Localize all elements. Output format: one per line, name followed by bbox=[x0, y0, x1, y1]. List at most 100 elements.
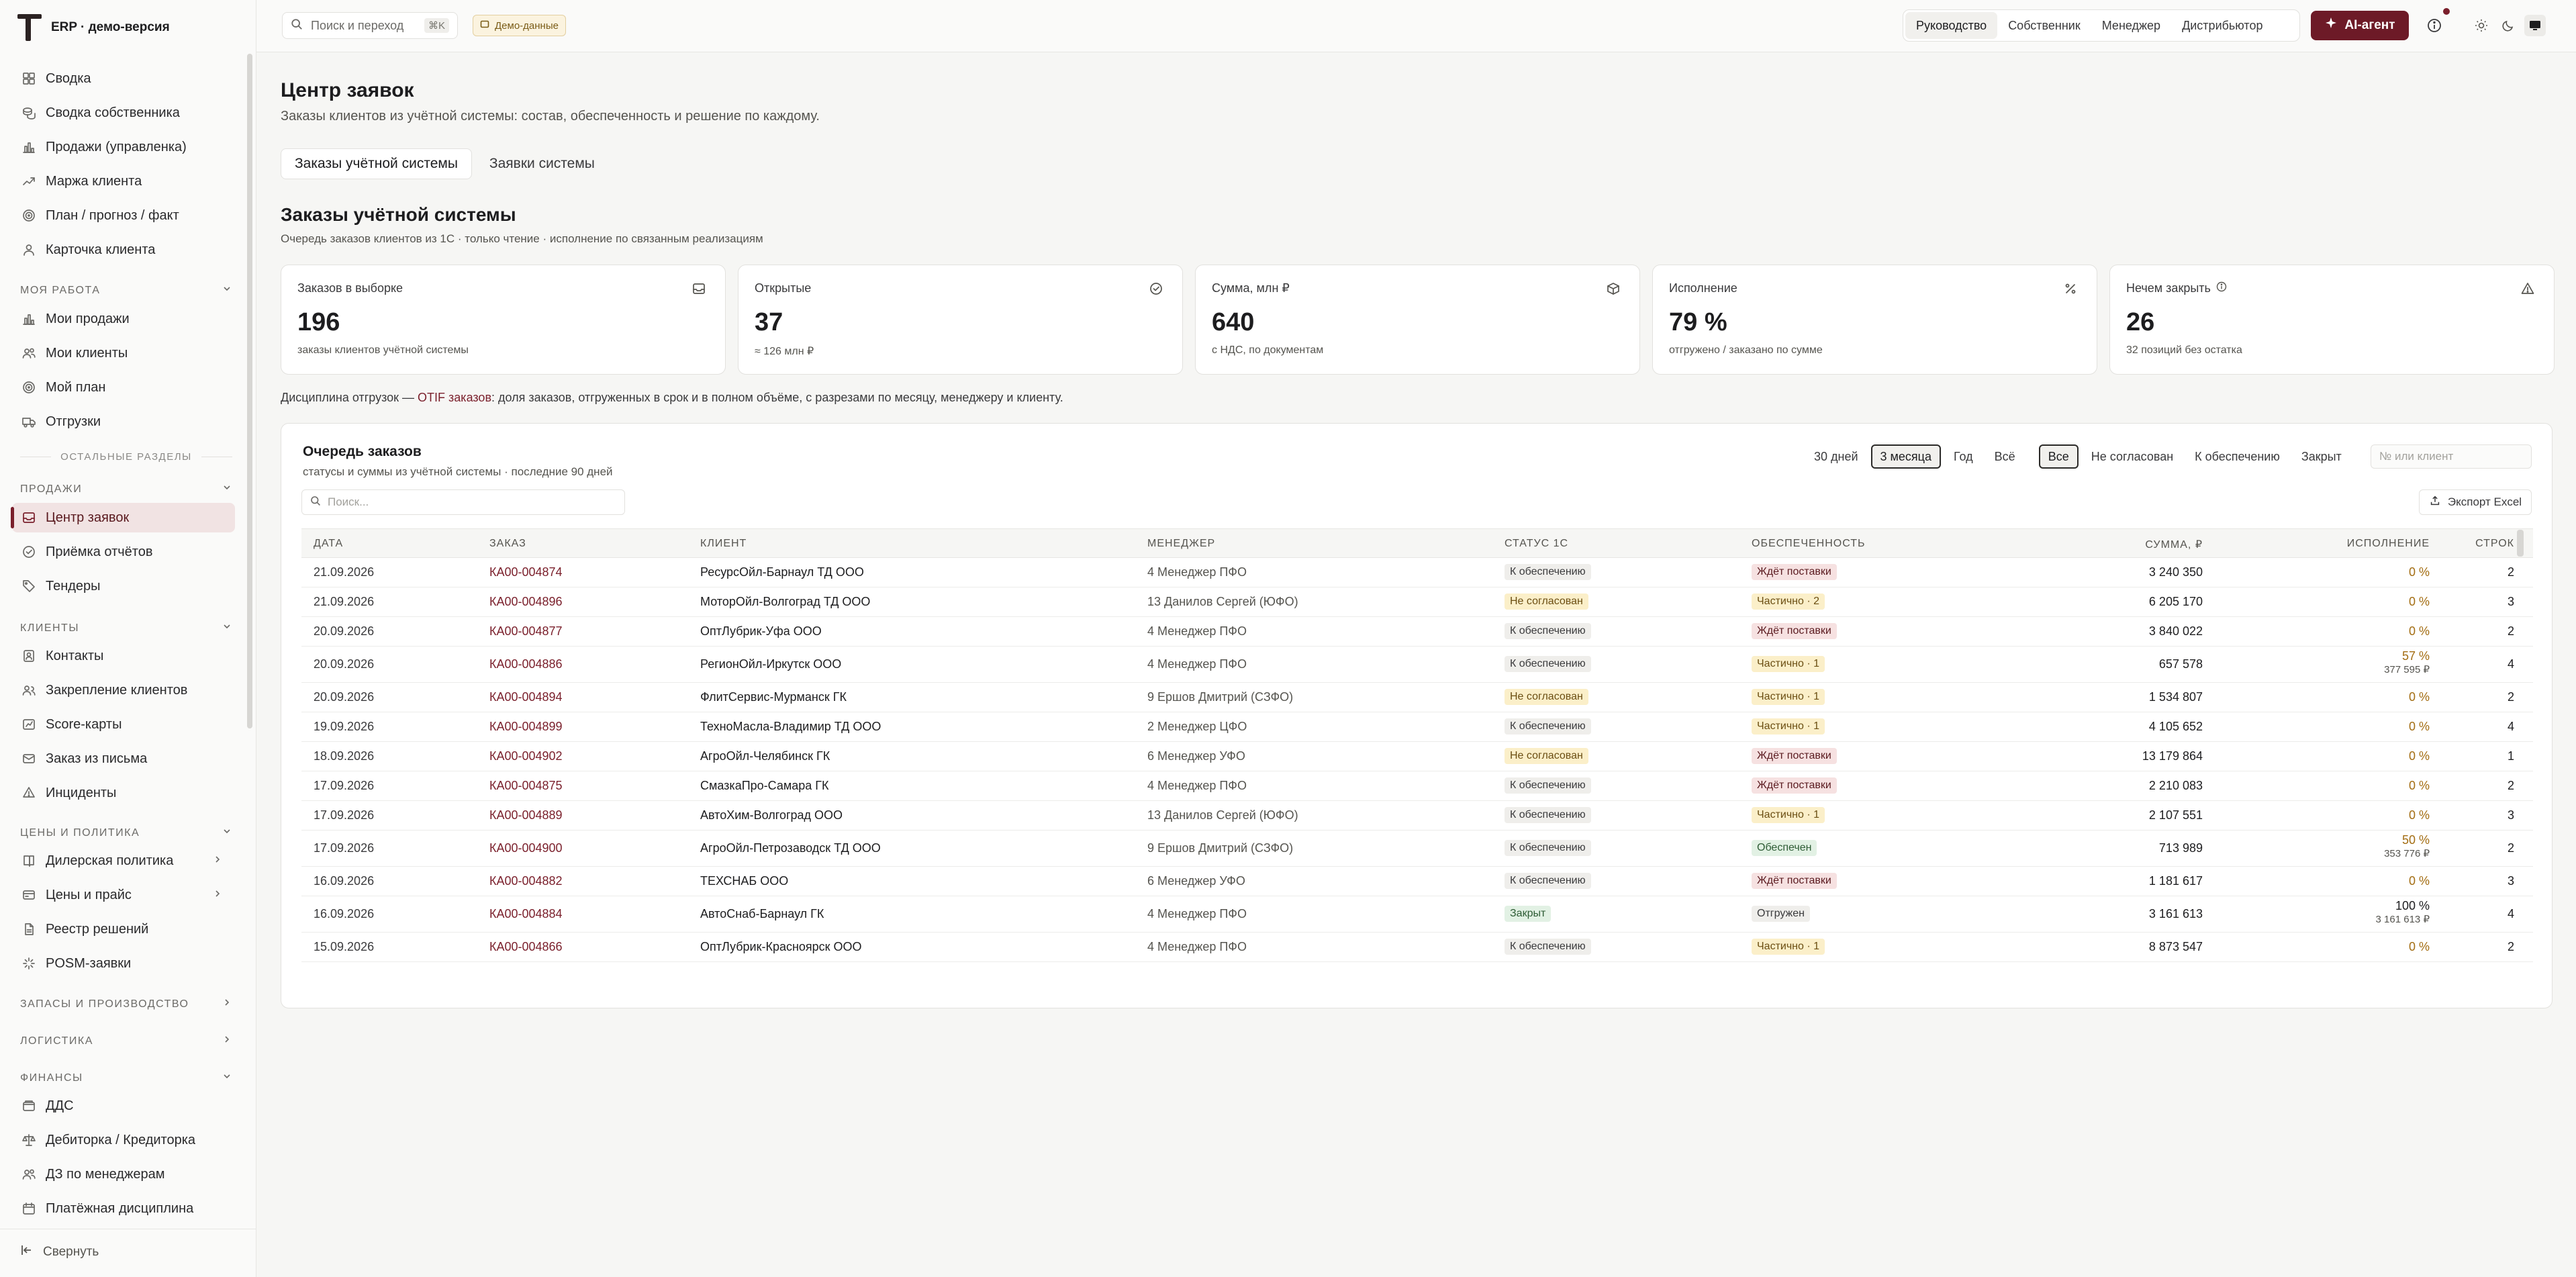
order-link[interactable]: КА00-004889 bbox=[489, 808, 563, 822]
sidebar-section-toggle[interactable]: ЗАПАСЫ И ПРОИЗВОДСТВО bbox=[20, 997, 232, 1011]
sidebar-item[interactable]: ДДС bbox=[12, 1091, 235, 1121]
period-filter-chip[interactable]: Всё bbox=[1986, 444, 2024, 469]
period-filter-chip[interactable]: Год bbox=[1945, 444, 1982, 469]
sidebar-item[interactable]: Score-карты bbox=[12, 710, 235, 739]
sidebar-item[interactable]: POSM-заявки bbox=[12, 949, 235, 978]
sidebar-item[interactable]: Мой план bbox=[12, 373, 235, 402]
sidebar-item[interactable]: План / прогноз / факт bbox=[12, 201, 235, 230]
sidebar-item[interactable]: Продажи (управленка) bbox=[12, 132, 235, 162]
info-icon[interactable] bbox=[2424, 15, 2445, 36]
page-tab[interactable]: Заявки системы bbox=[476, 148, 608, 179]
order-link[interactable]: КА00-004894 bbox=[489, 690, 563, 704]
order-link[interactable]: КА00-004902 bbox=[489, 749, 563, 763]
sidebar-scrollbar[interactable] bbox=[247, 54, 252, 728]
sidebar-item[interactable]: Тендеры bbox=[12, 571, 235, 601]
order-link[interactable]: КА00-004896 bbox=[489, 595, 563, 609]
sun-icon[interactable] bbox=[2471, 15, 2492, 36]
order-link[interactable]: КА00-004886 bbox=[489, 657, 563, 671]
table-row[interactable]: 16.09.2026 КА00-004882 ТЕХСНАБ ООО 6 Менедж… bbox=[301, 867, 2533, 896]
period-filter-chip[interactable]: 3 месяца bbox=[1870, 444, 1941, 469]
collapse-button[interactable]: Свернуть bbox=[20, 1243, 99, 1261]
sidebar-item[interactable]: Инциденты bbox=[12, 778, 235, 808]
sidebar-item[interactable]: Сводка собственника bbox=[12, 98, 235, 128]
table-row[interactable]: 21.09.2026 КА00-004874 РесурсОйл-Барнаул Т… bbox=[301, 558, 2533, 587]
export-excel-button[interactable]: Экспорт Excel bbox=[2419, 489, 2532, 515]
otif-link[interactable]: OTIF заказов bbox=[418, 391, 491, 404]
status-filter-chip[interactable]: Все bbox=[2038, 444, 2079, 469]
sidebar-item[interactable]: Центр заявок bbox=[11, 503, 235, 532]
column-header[interactable]: ОБЕСПЕЧЕННОСТЬ bbox=[1752, 538, 1866, 550]
page-tab[interactable]: Заказы учётной системы bbox=[281, 148, 472, 179]
sidebar-item[interactable]: Дилерская политика bbox=[12, 846, 235, 876]
status-filter-chip[interactable]: Не согласован bbox=[2083, 444, 2182, 469]
role-tab[interactable]: Дистрибьютор bbox=[2171, 12, 2273, 39]
sidebar-item[interactable]: Мои клиенты bbox=[12, 338, 235, 368]
brand[interactable]: ERP · демо-версия bbox=[17, 13, 170, 42]
table-row[interactable]: 17.09.2026 КА00-004875 СмазкаПро-Самара ГК… bbox=[301, 771, 2533, 801]
sidebar-item[interactable]: Цены и прайс bbox=[12, 880, 235, 910]
column-header[interactable]: ЗАКАЗ bbox=[489, 538, 526, 550]
sidebar-section-toggle[interactable]: ФИНАНСЫ bbox=[20, 1071, 232, 1085]
role-tab[interactable]: Менеджер bbox=[2091, 12, 2171, 39]
table-row[interactable]: 20.09.2026 КА00-004894 ФлитСервис-Мурманск… bbox=[301, 683, 2533, 712]
monitor-icon[interactable] bbox=[2524, 15, 2546, 36]
table-row[interactable]: 17.09.2026 КА00-004900 АгроОйл-Петрозаводс… bbox=[301, 831, 2533, 867]
sidebar-section-toggle[interactable]: ЛОГИСТИКА bbox=[20, 1034, 232, 1048]
order-link[interactable]: КА00-004875 bbox=[489, 779, 563, 793]
info-icon[interactable] bbox=[2216, 281, 2227, 295]
sidebar-item[interactable]: Дебиторка / Кредиторка bbox=[12, 1125, 235, 1155]
sidebar-item[interactable]: Контакты bbox=[12, 641, 235, 671]
sidebar-item[interactable]: Сводка bbox=[12, 64, 235, 93]
column-header[interactable]: ДАТА bbox=[314, 538, 343, 550]
cell-supply: Отгружен bbox=[1752, 906, 1810, 922]
column-header[interactable]: СТРОК bbox=[2475, 538, 2514, 550]
order-link[interactable]: КА00-004882 bbox=[489, 874, 563, 888]
table-row[interactable]: 17.09.2026 КА00-004889 АвтоХим-Волгоград О… bbox=[301, 801, 2533, 831]
sidebar-section-toggle[interactable]: МОЯ РАБОТА bbox=[20, 283, 232, 297]
order-link[interactable]: КА00-004866 bbox=[489, 940, 563, 954]
table-row[interactable]: 20.09.2026 КА00-004886 РегионОйл-Иркутск О… bbox=[301, 647, 2533, 683]
order-link[interactable]: КА00-004899 bbox=[489, 720, 563, 734]
table-row[interactable]: 21.09.2026 КА00-004896 МоторОйл-Волгоград … bbox=[301, 587, 2533, 617]
sidebar-section-toggle[interactable]: ЦЕНЫ И ПОЛИТИКА bbox=[20, 826, 232, 840]
order-link[interactable]: КА00-004900 bbox=[489, 841, 563, 855]
column-header[interactable]: СУММА, ₽ bbox=[2145, 538, 2203, 551]
role-tab[interactable]: Руководство bbox=[1905, 12, 1998, 39]
cell-date: 20.09.2026 bbox=[314, 624, 375, 638]
sidebar-item[interactable]: Реестр решений bbox=[12, 914, 235, 944]
period-filter-chip[interactable]: 30 дней bbox=[1805, 444, 1867, 469]
column-header[interactable]: ИСПОЛНЕНИЕ bbox=[2347, 538, 2430, 550]
table-row[interactable]: 15.09.2026 КА00-004866 ОптЛубрик-Красноярс… bbox=[301, 933, 2533, 962]
table-row[interactable]: 20.09.2026 КА00-004877 ОптЛубрик-Уфа ООО 4 … bbox=[301, 617, 2533, 647]
status-filter-chip[interactable]: К обеспечению bbox=[2186, 444, 2289, 469]
order-link[interactable]: КА00-004884 bbox=[489, 907, 563, 921]
sidebar-item[interactable]: Закрепление клиентов bbox=[12, 675, 235, 705]
table-row[interactable]: 18.09.2026 КА00-004902 АгроОйл-Челябинск Г… bbox=[301, 742, 2533, 771]
column-header[interactable]: МЕНЕДЖЕР bbox=[1147, 538, 1215, 550]
ai-agent-button[interactable]: AI-агент bbox=[2311, 11, 2409, 40]
column-header[interactable]: СТАТУС 1С bbox=[1505, 538, 1568, 550]
sidebar-item[interactable]: Отгрузки bbox=[12, 407, 235, 436]
table-row[interactable]: 16.09.2026 КА00-004884 АвтоСнаб-Барнаул ГК… bbox=[301, 896, 2533, 933]
sidebar-item[interactable]: Мои продажи bbox=[12, 304, 235, 334]
chevron-right-icon bbox=[212, 853, 223, 869]
sidebar-item[interactable]: Платёжная дисциплина bbox=[12, 1194, 235, 1223]
global-search[interactable]: Поиск и переход ⌘K bbox=[282, 12, 458, 39]
sidebar-item[interactable]: Заказ из письма bbox=[12, 744, 235, 773]
sidebar-item[interactable]: ДЗ по менеджерам bbox=[12, 1160, 235, 1189]
table-scrollbar[interactable] bbox=[2517, 530, 2524, 557]
sidebar-item[interactable]: Приёмка отчётов bbox=[12, 537, 235, 567]
sidebar-section-toggle[interactable]: КЛИЕНТЫ bbox=[20, 621, 232, 635]
moon-icon[interactable] bbox=[2497, 15, 2519, 36]
queue-search-input[interactable]: Поиск... bbox=[301, 489, 625, 515]
order-link[interactable]: КА00-004874 bbox=[489, 565, 563, 579]
sidebar-item[interactable]: Маржа клиента bbox=[12, 167, 235, 196]
role-tab[interactable]: Собственник bbox=[1997, 12, 2091, 39]
table-row[interactable]: 19.09.2026 КА00-004899 ТехноМасла-Владимир… bbox=[301, 712, 2533, 742]
status-filter-chip[interactable]: Закрыт bbox=[2293, 444, 2350, 469]
number-client-input[interactable]: № или клиент bbox=[2371, 444, 2532, 469]
order-link[interactable]: КА00-004877 bbox=[489, 624, 563, 638]
column-header[interactable]: КЛИЕНТ bbox=[700, 538, 747, 550]
sidebar-item[interactable]: Карточка клиента bbox=[12, 235, 235, 265]
sidebar-section-toggle[interactable]: ПРОДАЖИ bbox=[20, 482, 232, 496]
